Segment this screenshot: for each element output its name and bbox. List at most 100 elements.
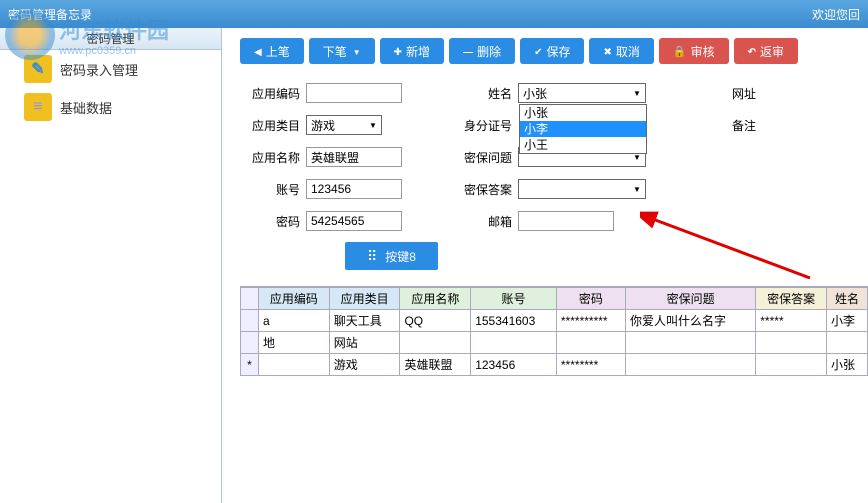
save-button[interactable]: 保存 [520,38,584,64]
name-dropdown-list: 小张 小李 小王 [519,104,647,154]
edit-icon [24,55,52,83]
table-cell[interactable] [625,332,755,354]
prev-icon [254,44,262,58]
key8-button[interactable]: 按键8 [345,242,438,270]
chevron-down-icon [365,116,381,134]
data-grid: 应用编码 应用类目 应用名称 账号 密码 密保问题 密保答案 姓名 a聊天工具Q… [240,286,868,376]
lock-icon [673,44,687,58]
table-cell[interactable] [756,332,827,354]
table-cell[interactable] [471,332,557,354]
prev-button[interactable]: 上笔 [240,38,304,64]
label-remark: 备注 [696,117,756,134]
label-seca: 密保答案 [452,181,512,198]
col-header[interactable]: 应用编码 [259,288,330,310]
table-cell[interactable]: QQ [400,310,471,332]
table-cell[interactable]: ******** [556,354,625,376]
dropdown-icon [351,44,361,58]
appcode-input[interactable] [306,83,402,103]
next-button[interactable]: 下笔 [309,38,375,64]
label-name: 姓名 [452,85,512,102]
row-selector-header [241,288,259,310]
label-password: 密码 [240,213,300,230]
account-input[interactable] [306,179,402,199]
table-row[interactable]: 地网站 [241,332,868,354]
table-cell[interactable]: 网站 [329,332,400,354]
label-appname: 应用名称 [240,149,300,166]
titlebar: 密码管理备忘录 欢迎您回 [0,0,868,28]
password-input[interactable] [306,211,402,231]
table-cell[interactable]: 155341603 [471,310,557,332]
seca-select[interactable] [518,179,646,199]
add-button[interactable]: 新增 [380,38,444,64]
appcat-select[interactable]: 游戏 [306,115,382,135]
check-icon [534,44,542,58]
table-cell[interactable]: 聊天工具 [329,310,400,332]
col-header[interactable]: 应用类目 [329,288,400,310]
table-cell[interactable] [400,332,471,354]
row-marker [241,332,259,354]
sidebar-item-input-mgmt[interactable]: 密码录入管理 [0,50,221,88]
sidebar-item-label: 密码录入管理 [60,60,138,79]
email-input[interactable] [518,211,614,231]
sidebar: 密码管理 密码录入管理 基础数据 [0,28,222,503]
row-marker [241,310,259,332]
app-title: 密码管理备忘录 [8,6,92,23]
col-header[interactable]: 应用名称 [400,288,471,310]
table-cell[interactable]: ***** [756,310,827,332]
table-cell[interactable] [625,354,755,376]
table-row[interactable]: a聊天工具QQ155341603**********你爱人叫什么名字*****小… [241,310,868,332]
toolbar: 上笔 下笔 新增 删除 保存 取消 审核 返审 [240,38,868,64]
dropdown-option[interactable]: 小李 [520,121,646,137]
col-header[interactable]: 密码 [556,288,625,310]
label-secq: 密保问题 [452,149,512,166]
table-header-row: 应用编码 应用类目 应用名称 账号 密码 密保问题 密保答案 姓名 [241,288,868,310]
label-account: 账号 [240,181,300,198]
appname-input[interactable] [306,147,402,167]
x-icon [603,44,611,58]
name-select[interactable]: 小张 小张 小李 小王 [518,83,646,103]
table-cell[interactable]: a [259,310,330,332]
table-cell[interactable]: 123456 [471,354,557,376]
table-row[interactable]: * 游戏英雄联盟123456******** 小张 [241,354,868,376]
grid-icon [367,248,377,265]
content: 上笔 下笔 新增 删除 保存 取消 审核 返审 应用编码 应用类目游戏 应用名称… [222,28,868,503]
plus-icon [394,44,402,58]
col-header[interactable]: 账号 [471,288,557,310]
table-cell[interactable] [556,332,625,354]
sidebar-item-base-data[interactable]: 基础数据 [0,88,221,126]
table-cell[interactable]: 你爱人叫什么名字 [625,310,755,332]
col-header[interactable]: 姓名 [827,288,868,310]
table-cell[interactable]: 游戏 [329,354,400,376]
welcome-text: 欢迎您回 [812,6,868,23]
table-cell[interactable]: 小李 [827,310,868,332]
col-header[interactable]: 密保答案 [756,288,827,310]
form: 应用编码 应用类目游戏 应用名称 账号 密码 姓名 小张 小张 小李 [240,82,868,232]
cancel-button[interactable]: 取消 [589,38,653,64]
dropdown-option[interactable]: 小王 [520,137,646,153]
label-appcode: 应用编码 [240,85,300,102]
table-cell[interactable]: 地 [259,332,330,354]
label-email: 邮箱 [452,213,512,230]
delete-button[interactable]: 删除 [449,38,515,64]
chevron-down-icon [629,180,645,198]
table-cell[interactable] [827,332,868,354]
col-header[interactable]: 密保问题 [625,288,755,310]
table-cell[interactable] [756,354,827,376]
table-cell[interactable] [259,354,330,376]
sidebar-header: 密码管理 [0,28,221,50]
data-icon [24,93,52,121]
table-cell[interactable]: ********** [556,310,625,332]
return-audit-button[interactable]: 返审 [734,38,798,64]
label-website: 网址 [696,85,756,102]
label-idcard: 身分证号 [452,117,512,134]
chevron-down-icon [629,84,645,102]
table-cell[interactable]: 小张 [827,354,868,376]
dropdown-option[interactable]: 小张 [520,105,646,121]
sidebar-item-label: 基础数据 [60,98,112,117]
table-cell[interactable]: 英雄联盟 [400,354,471,376]
row-marker: * [241,354,259,376]
minus-icon [463,44,473,58]
audit-button[interactable]: 审核 [659,38,729,64]
undo-icon [748,44,756,58]
label-appcat: 应用类目 [240,117,300,134]
